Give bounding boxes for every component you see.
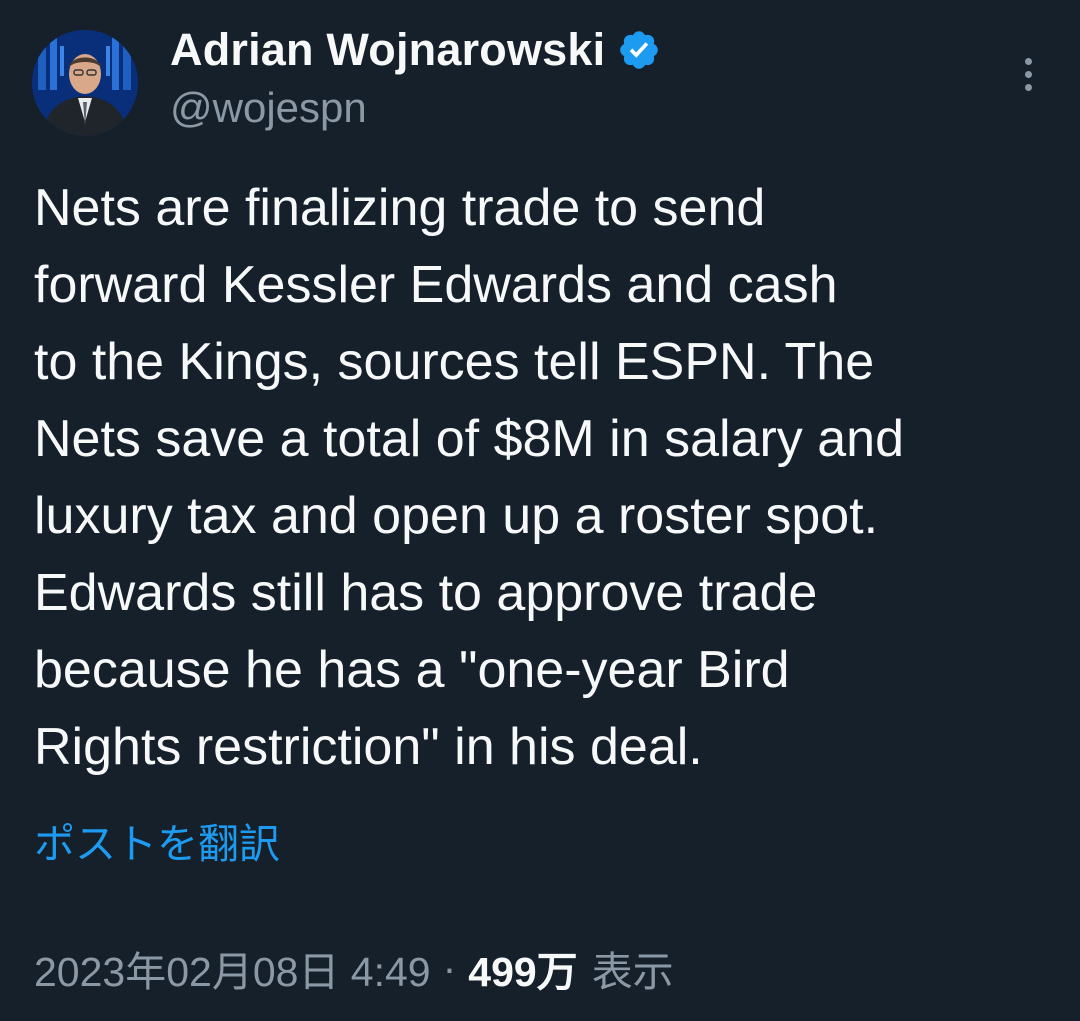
avatar[interactable] (32, 30, 138, 136)
author-display-name[interactable]: Adrian Wojnarowski (170, 24, 605, 76)
tweet-text-line: Edwards still has to approve trade (34, 564, 818, 622)
more-dot (1024, 83, 1032, 91)
tweet-text-line: because he has a "one-year Bird (34, 641, 790, 699)
tweet-text-line: Nets are finalizing trade to send (34, 179, 766, 237)
tweet-text-line: to the Kings, sources tell ESPN. The (34, 333, 875, 391)
tweet-text-line: Nets save a total of $8M in salary and (34, 410, 905, 468)
views-label: 表示 (591, 949, 674, 995)
verified-badge-icon (620, 31, 659, 69)
translate-post-link[interactable]: ポストを翻訳 (34, 810, 280, 870)
tweet-text-line: Rights restriction" in his deal. (34, 718, 703, 776)
more-dot (1024, 57, 1032, 65)
tweet-text: Nets are finalizing trade to send forwar… (34, 170, 1064, 786)
tweet-text-line: forward Kessler Edwards and cash (34, 256, 838, 314)
author-name-row[interactable]: Adrian Wojnarowski (170, 22, 661, 78)
more-dot (1024, 70, 1032, 78)
avatar-image (32, 30, 138, 136)
tweet-text-line: luxury tax and open up a roster spot. (34, 487, 879, 545)
views-count: 499万 (468, 949, 578, 995)
author-handle[interactable]: @wojespn (170, 84, 367, 132)
tweet-meta: 2023年02月08日 4:49 · 499万 表示 (34, 938, 674, 998)
meta-separator: · (442, 944, 457, 991)
timestamp[interactable]: 2023年02月08日 4:49 (34, 938, 431, 998)
more-options-button[interactable] (1008, 52, 1048, 96)
